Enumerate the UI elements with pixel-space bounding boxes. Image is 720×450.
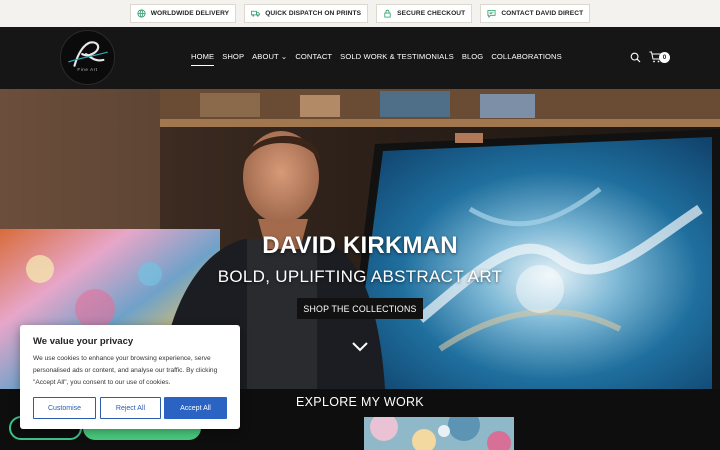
chevron-down-icon[interactable] [351, 341, 369, 353]
nav-collaborations[interactable]: COLLABORATIONS [491, 52, 561, 61]
customise-button[interactable]: Customise [33, 397, 96, 419]
globe-icon [137, 9, 146, 18]
accept-all-button[interactable]: Accept All [164, 397, 227, 419]
worldwide-delivery-chip[interactable]: WORLDWIDE DELIVERY [129, 4, 237, 23]
chip-label: WORLDWIDE DELIVERY [150, 10, 230, 17]
chip-label: SECURE CHECKOUT [397, 10, 466, 17]
main-nav: HOME SHOP ABOUT ⌄ CONTACT SOLD WORK & TE… [191, 52, 562, 66]
cookie-consent-banner: We value your privacy We use cookies to … [20, 325, 240, 429]
chip-label: CONTACT DAVID DIRECT [501, 10, 584, 17]
nav-blog[interactable]: BLOG [462, 52, 484, 61]
hero-title: DAVID KIRKMAN [262, 232, 458, 259]
nav-contact[interactable]: CONTACT [295, 52, 332, 61]
utility-bar: WORLDWIDE DELIVERY QUICK DISPATCH ON PRI… [0, 0, 720, 27]
reject-all-button[interactable]: Reject All [100, 397, 161, 419]
lock-icon [384, 9, 391, 18]
artwork-thumbnail[interactable] [364, 417, 514, 450]
quick-dispatch-chip[interactable]: QUICK DISPATCH ON PRINTS [244, 4, 369, 23]
logo-mark [68, 41, 108, 67]
nav-shop[interactable]: SHOP [222, 52, 244, 61]
nav-home[interactable]: HOME [191, 52, 215, 66]
cookie-title: We value your privacy [33, 336, 134, 347]
search-icon[interactable] [630, 52, 641, 63]
site-logo[interactable]: Fine Art [60, 30, 115, 85]
hero-subtitle: BOLD, UPLIFTING ABSTRACT ART [217, 267, 503, 286]
truck-icon [251, 10, 261, 17]
cart-count-badge: 0 [659, 52, 670, 63]
secure-checkout-chip[interactable]: SECURE CHECKOUT [376, 4, 473, 23]
cookie-text: We use cookies to enhance your browsing … [33, 355, 218, 386]
contact-david-chip[interactable]: CONTACT DAVID DIRECT [480, 4, 591, 23]
chat-icon [487, 9, 496, 18]
shop-collections-button[interactable]: SHOP THE COLLECTIONS [297, 298, 423, 319]
logo-subtitle: Fine Art [77, 67, 98, 72]
artwork-image [364, 417, 514, 450]
nav-sold-work[interactable]: SOLD WORK & TESTIMONIALS [340, 52, 454, 61]
chip-label: QUICK DISPATCH ON PRINTS [265, 10, 362, 17]
nav-about[interactable]: ABOUT ⌄ [252, 52, 287, 61]
